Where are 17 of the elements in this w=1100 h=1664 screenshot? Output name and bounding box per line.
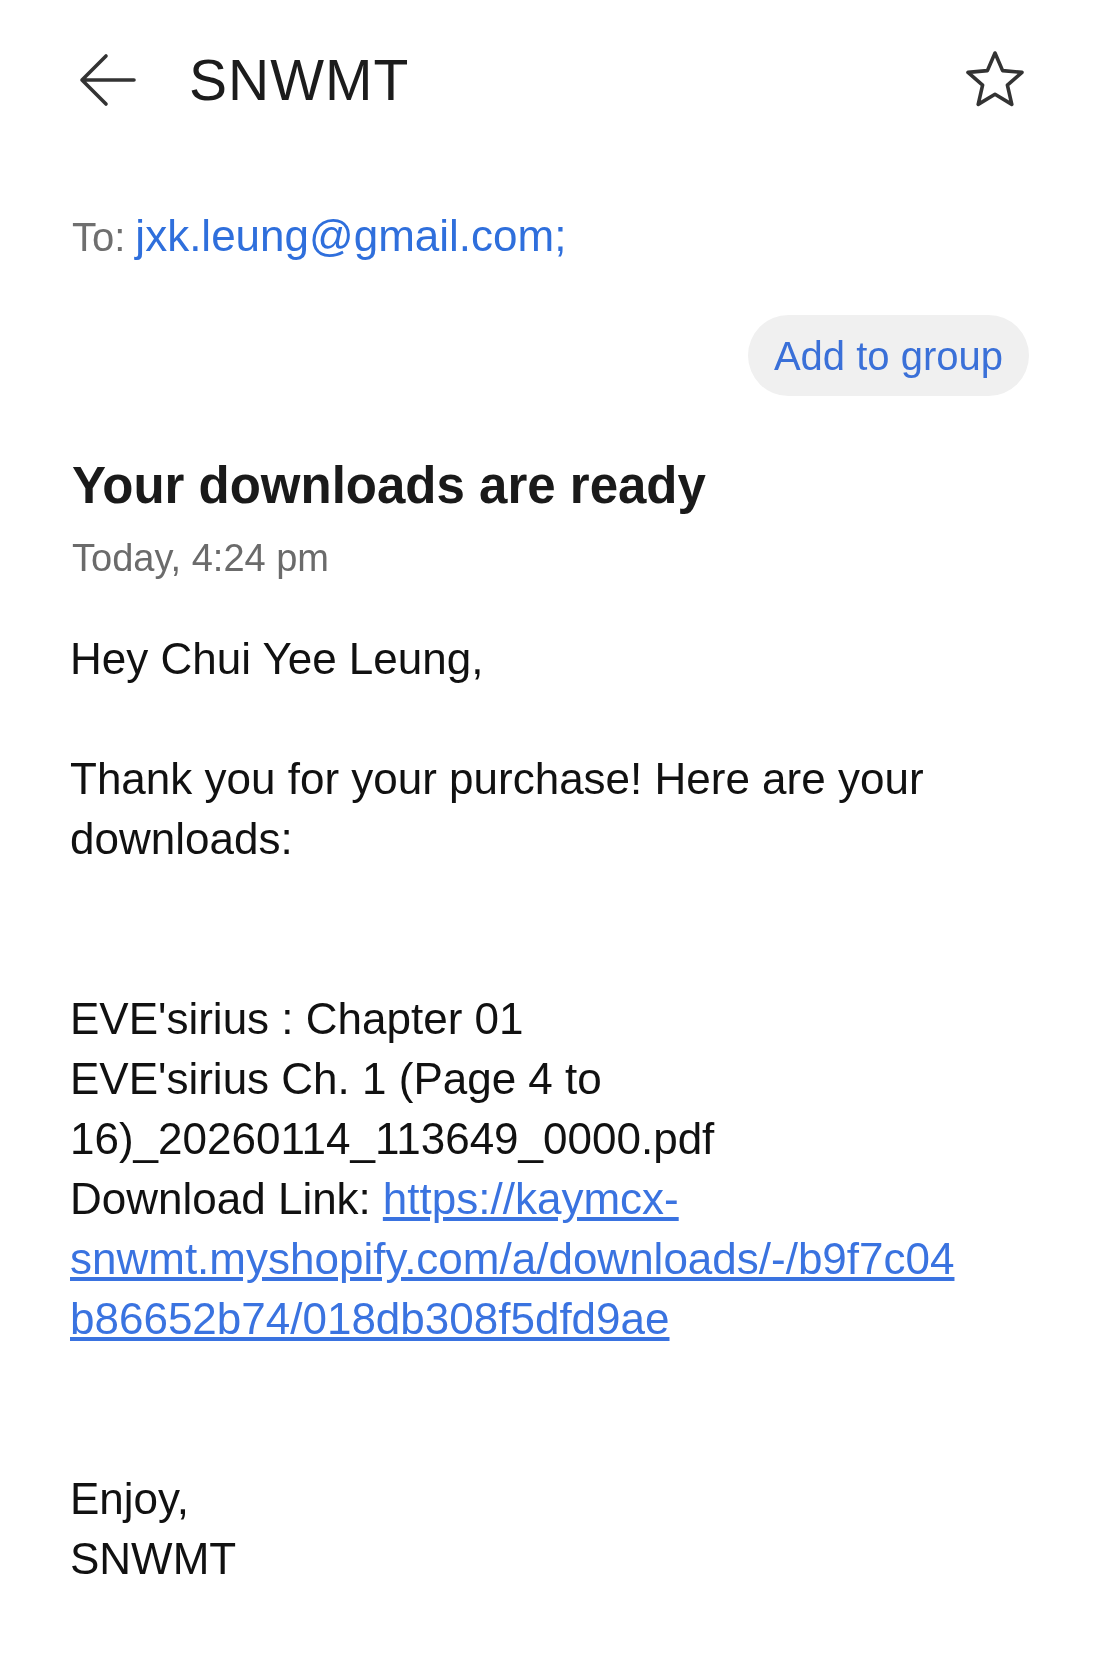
- email-date: Today, 4:24 pm: [72, 536, 329, 581]
- link-label: Download Link:: [70, 1173, 371, 1225]
- recipient-label: To:: [72, 214, 126, 261]
- greeting-text: Hey Chui Yee Leung,: [70, 633, 484, 685]
- sign-off-text: SNWMT: [70, 1533, 237, 1585]
- sign-off-text: Enjoy,: [70, 1473, 190, 1525]
- download-link[interactable]: snwmt.myshopify.com/a/downloads/-/b9f7c04: [70, 1229, 955, 1289]
- file-name: EVE'sirius Ch. 1 (Page 4 to 16)_20260114_113649_0000.pdf: [70, 1053, 716, 1165]
- recipient-address[interactable]: jxk.leung@gmail.com;: [135, 212, 567, 260]
- download-link[interactable]: https://kaymcx-: [382, 1169, 679, 1229]
- email-subject: Your downloads are ready: [72, 456, 706, 516]
- download-link[interactable]: b86652b74/018db308f5dfd9ae: [70, 1289, 670, 1349]
- back-arrow-icon[interactable]: [79, 53, 136, 107]
- sender-name: SNWMT: [189, 48, 410, 112]
- product-title: EVE'sirius : Chapter 01: [70, 993, 524, 1045]
- add-to-group-button[interactable]: Add to group: [747, 315, 1029, 396]
- message-text: Thank you for your purchase! Here are your downloads:: [70, 753, 925, 865]
